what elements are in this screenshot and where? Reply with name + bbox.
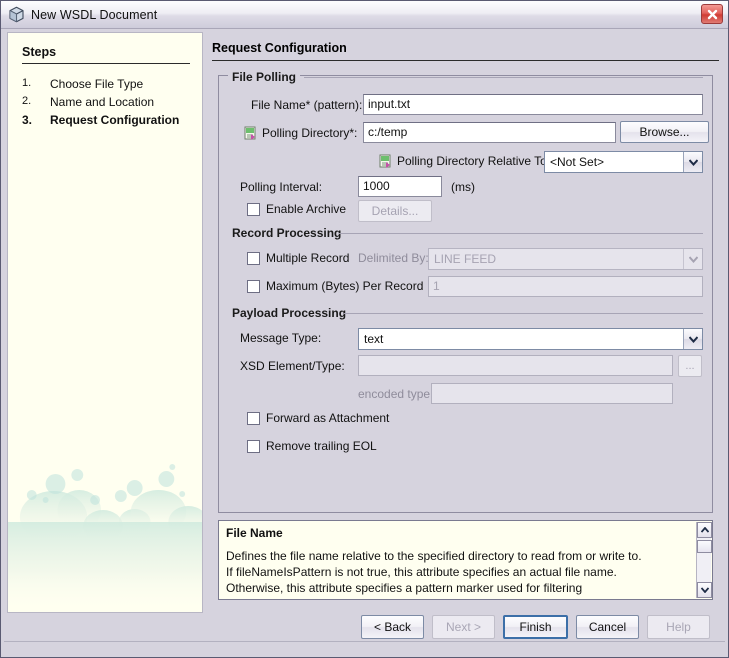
xsd-browse-button: ...	[678, 355, 702, 377]
section-title-record-processing: Record Processing	[228, 226, 346, 240]
polling-directory-label: Polling Directory*:	[262, 126, 358, 140]
polling-interval-input[interactable]: 1000	[358, 176, 442, 197]
section-title-payload-processing: Payload Processing	[228, 306, 351, 320]
xsd-element-input	[358, 355, 673, 376]
remove-eol-label: Remove trailing EOL	[266, 439, 377, 453]
remove-eol-checkbox[interactable]	[247, 440, 260, 453]
help-line: Defines the file name relative to the sp…	[226, 549, 642, 563]
chevron-down-icon	[683, 329, 702, 349]
section-rule-payload-processing	[344, 313, 703, 314]
enable-archive-checkbox[interactable]	[247, 203, 260, 216]
polling-interval-label: Polling Interval:	[240, 180, 323, 194]
help-title: File Name	[226, 526, 283, 540]
footer-divider	[4, 641, 725, 642]
sidebar-divider	[22, 63, 190, 64]
section-title-file-polling: File Polling	[228, 70, 301, 84]
directory-reference-icon	[244, 126, 258, 140]
polling-directory-input[interactable]: c:/temp	[363, 122, 616, 143]
back-button[interactable]: < Back	[361, 615, 424, 639]
window-body: Steps 1. Choose File Type 2. Name and Lo…	[1, 29, 728, 657]
help-button: Help	[647, 615, 710, 639]
help-scrollbar[interactable]	[696, 522, 712, 598]
window-title: New WSDL Document	[31, 7, 158, 22]
forward-attachment-checkbox[interactable]	[247, 412, 260, 425]
scroll-down-icon[interactable]	[697, 582, 712, 598]
step-number: 2.	[22, 95, 32, 107]
close-icon[interactable]	[701, 4, 723, 24]
page-title: Request Configuration	[212, 41, 347, 55]
encoded-type-label: encoded type:	[358, 387, 434, 401]
file-name-label: File Name* (pattern):	[251, 98, 363, 112]
relative-to-reference-icon	[379, 154, 393, 168]
multiple-record-label: Multiple Record	[266, 251, 350, 265]
step-label: Name and Location	[50, 95, 155, 109]
max-bytes-input: 1	[428, 276, 703, 297]
next-button: Next >	[432, 615, 495, 639]
relative-to-dropdown[interactable]: <Not Set>	[544, 151, 703, 173]
chevron-down-icon	[683, 249, 702, 269]
section-rule-file-polling	[304, 77, 703, 78]
browse-button[interactable]: Browse...	[620, 121, 709, 143]
relative-to-label: Polling Directory Relative To:	[397, 154, 551, 168]
sidebar-heading: Steps	[22, 45, 57, 59]
step-label: Request Configuration	[50, 113, 180, 127]
forward-attachment-label: Forward as Attachment	[266, 411, 390, 425]
encoded-type-input	[431, 383, 673, 404]
help-line: If fileNameIsPattern is not true, this a…	[226, 565, 617, 579]
main-panel: Request Configuration File Polling File …	[206, 32, 725, 613]
cancel-button[interactable]: Cancel	[576, 615, 639, 639]
steps-sidebar: Steps 1. Choose File Type 2. Name and Lo…	[7, 32, 203, 613]
polling-interval-units: (ms)	[451, 180, 475, 194]
delimited-by-dropdown: LINE FEED	[428, 248, 703, 270]
message-type-value: text	[364, 332, 384, 346]
file-name-input[interactable]: input.txt	[363, 94, 703, 115]
scroll-thumb[interactable]	[697, 540, 712, 553]
page-title-divider	[212, 60, 719, 61]
delimited-by-label: Delimited By:	[358, 251, 429, 265]
title-bar: New WSDL Document	[1, 1, 728, 29]
finish-button[interactable]: Finish	[503, 615, 568, 639]
cube-icon	[8, 6, 25, 23]
wsdl-wizard-window: New WSDL Document Steps 1. Choose File T…	[0, 0, 729, 658]
xsd-element-label: XSD Element/Type:	[240, 359, 345, 373]
message-type-label: Message Type:	[240, 331, 322, 345]
chevron-down-icon	[683, 152, 702, 172]
message-type-dropdown[interactable]: text	[358, 328, 703, 350]
step-number: 1.	[22, 77, 32, 89]
decorative-bubbles-watermark	[8, 464, 202, 612]
step-number: 3.	[22, 113, 33, 127]
scroll-up-icon[interactable]	[697, 522, 712, 538]
max-bytes-checkbox[interactable]	[247, 280, 260, 293]
help-line: Otherwise, this attribute specifies a pa…	[226, 581, 583, 595]
multiple-record-checkbox[interactable]	[247, 252, 260, 265]
relative-to-value: <Not Set>	[550, 155, 605, 169]
max-bytes-label: Maximum (Bytes) Per Record	[266, 279, 424, 293]
section-rule-record-processing	[339, 233, 703, 234]
help-description-panel: File Name Defines the file name relative…	[218, 520, 713, 600]
delimited-by-value: LINE FEED	[434, 252, 497, 266]
footer-button-bar: < Back Next > Finish Cancel Help	[1, 613, 728, 657]
enable-archive-label: Enable Archive	[266, 202, 347, 216]
archive-details-button: Details...	[358, 200, 432, 222]
step-label: Choose File Type	[50, 77, 144, 91]
